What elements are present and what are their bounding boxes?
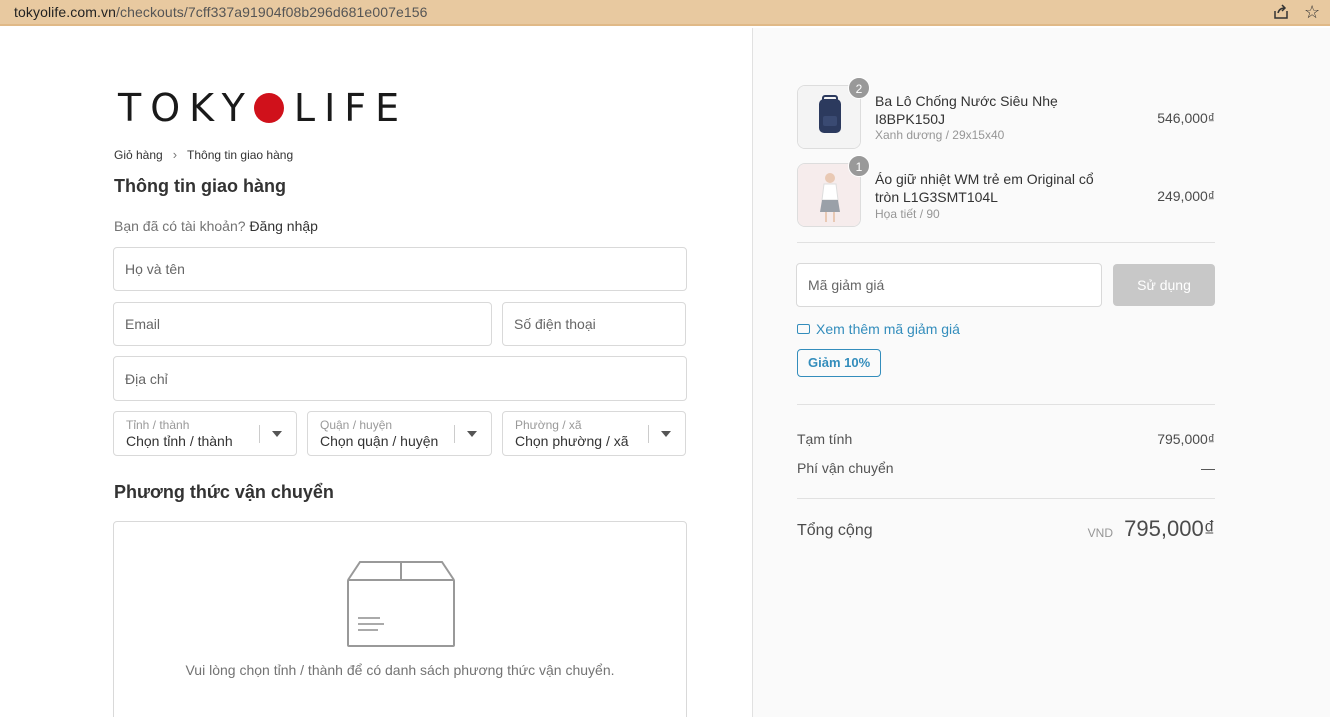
province-label: Tỉnh / thành	[126, 418, 190, 432]
district-value: Chọn quận / huyện	[320, 433, 439, 449]
quantity-badge: 2	[848, 77, 870, 99]
caret-down-icon	[467, 431, 477, 437]
phone-field[interactable]	[502, 302, 686, 346]
ticket-icon	[797, 324, 810, 334]
order-item: 1 Áo giữ nhiệt WM trẻ em Original cổ trò…	[797, 155, 1215, 229]
shipping-method-box: Vui lòng chọn tỉnh / thành để có danh sá…	[113, 521, 687, 717]
currency-code: VND	[1087, 526, 1113, 540]
apply-coupon-button[interactable]: Sử dụng	[1113, 264, 1215, 306]
divider	[797, 242, 1215, 243]
shipping-fee-value: —	[1201, 460, 1215, 476]
url-host: tokyolife.com.vn	[14, 4, 116, 20]
district-label: Quận / huyện	[320, 418, 393, 432]
shipping-method-title: Phương thức vận chuyển	[114, 482, 334, 502]
product-price: 249,000₫	[1157, 188, 1215, 204]
select-divider	[259, 425, 260, 443]
login-link[interactable]: Đăng nhập	[249, 218, 318, 234]
more-coupons-link[interactable]: Xem thêm mã giảm giá	[797, 321, 960, 337]
caret-down-icon	[272, 431, 282, 437]
product-name: Áo giữ nhiệt WM trẻ em Original cổ tròn …	[875, 171, 1094, 205]
shipping-fee-row: Phí vận chuyển —	[797, 460, 1215, 476]
logo-text-right: LIFE	[293, 86, 409, 130]
district-select[interactable]: Quận / huyện Chọn quận / huyện	[307, 411, 492, 456]
shipping-fee-label: Phí vận chuyển	[797, 460, 894, 476]
checkout-main: TOKY LIFE Giỏ hàng › Thông tin giao hàng …	[0, 28, 752, 717]
total-row: Tổng cộng VND 795,000₫	[797, 516, 1215, 550]
divider	[797, 404, 1215, 405]
product-price: 546,000₫	[1157, 110, 1215, 126]
breadcrumb-cart[interactable]: Giỏ hàng	[114, 148, 163, 162]
ward-label: Phường / xã	[515, 418, 582, 432]
address-input[interactable]	[114, 357, 686, 400]
logo-text-left: TOKY	[118, 86, 254, 130]
order-item: 2 Ba Lô Chống Nước Siêu Nhẹ I8BPK150J Xa…	[797, 77, 1215, 151]
phone-input[interactable]	[503, 303, 685, 345]
ward-select[interactable]: Phường / xã Chọn phường / xã	[502, 411, 686, 456]
brand-logo[interactable]: TOKY LIFE	[118, 86, 408, 130]
shipping-info-title: Thông tin giao hàng	[114, 176, 286, 196]
login-prompt: Bạn đã có tài khoản? Đăng nhập	[114, 218, 318, 234]
browser-address-bar[interactable]: tokyolife.com.vn/checkouts/7cff337a91904…	[0, 0, 1330, 26]
breadcrumb-current: Thông tin giao hàng	[187, 147, 294, 162]
subtotal-value: 795,000₫	[1157, 431, 1215, 447]
address-field[interactable]	[113, 356, 687, 401]
logo-red-dot-icon	[253, 93, 284, 123]
coupon-field[interactable]	[796, 263, 1102, 307]
bookmark-star-icon[interactable]: ☆	[1304, 1, 1320, 23]
caret-down-icon	[661, 431, 671, 437]
product-variant: Họa tiết / 90	[875, 207, 940, 221]
total-label: Tổng cộng	[797, 522, 873, 539]
empty-box-icon	[347, 561, 455, 647]
subtotal-label: Tạm tính	[797, 431, 853, 447]
divider	[797, 498, 1215, 499]
share-icon[interactable]	[1272, 3, 1290, 21]
more-coupons-label: Xem thêm mã giảm giá	[816, 321, 960, 337]
coupon-input[interactable]	[797, 264, 1101, 306]
subtotal-row: Tạm tính 795,000₫	[797, 431, 1215, 447]
quantity-badge: 1	[848, 155, 870, 177]
chevron-right-icon: ›	[172, 147, 178, 162]
fullname-input[interactable]	[114, 248, 686, 290]
url-text[interactable]: tokyolife.com.vn/checkouts/7cff337a91904…	[0, 4, 428, 20]
select-divider	[648, 425, 649, 443]
province-value: Chọn tỉnh / thành	[126, 433, 233, 449]
email-input[interactable]	[114, 303, 491, 345]
total-value: 795,000₫	[1124, 516, 1215, 541]
fullname-field[interactable]	[113, 247, 687, 291]
product-name: Ba Lô Chống Nước Siêu Nhẹ I8BPK150J	[875, 93, 1058, 127]
breadcrumb: Giỏ hàng › Thông tin giao hàng	[114, 147, 293, 162]
province-select[interactable]: Tỉnh / thành Chọn tỉnh / thành	[113, 411, 297, 456]
ward-value: Chọn phường / xã	[515, 433, 629, 449]
url-path: /checkouts/7cff337a91904f08b296d681e007e…	[115, 4, 428, 20]
select-divider	[454, 425, 455, 443]
order-summary: 2 Ba Lô Chống Nước Siêu Nhẹ I8BPK150J Xa…	[752, 28, 1330, 717]
shipping-empty-message: Vui lòng chọn tỉnh / thành để có danh sá…	[185, 662, 615, 678]
login-prompt-text: Bạn đã có tài khoản?	[114, 218, 246, 234]
discount-tag[interactable]: Giảm 10%	[797, 349, 882, 377]
product-variant: Xanh dương / 29x15x40	[875, 128, 1005, 142]
email-field[interactable]	[113, 302, 492, 346]
